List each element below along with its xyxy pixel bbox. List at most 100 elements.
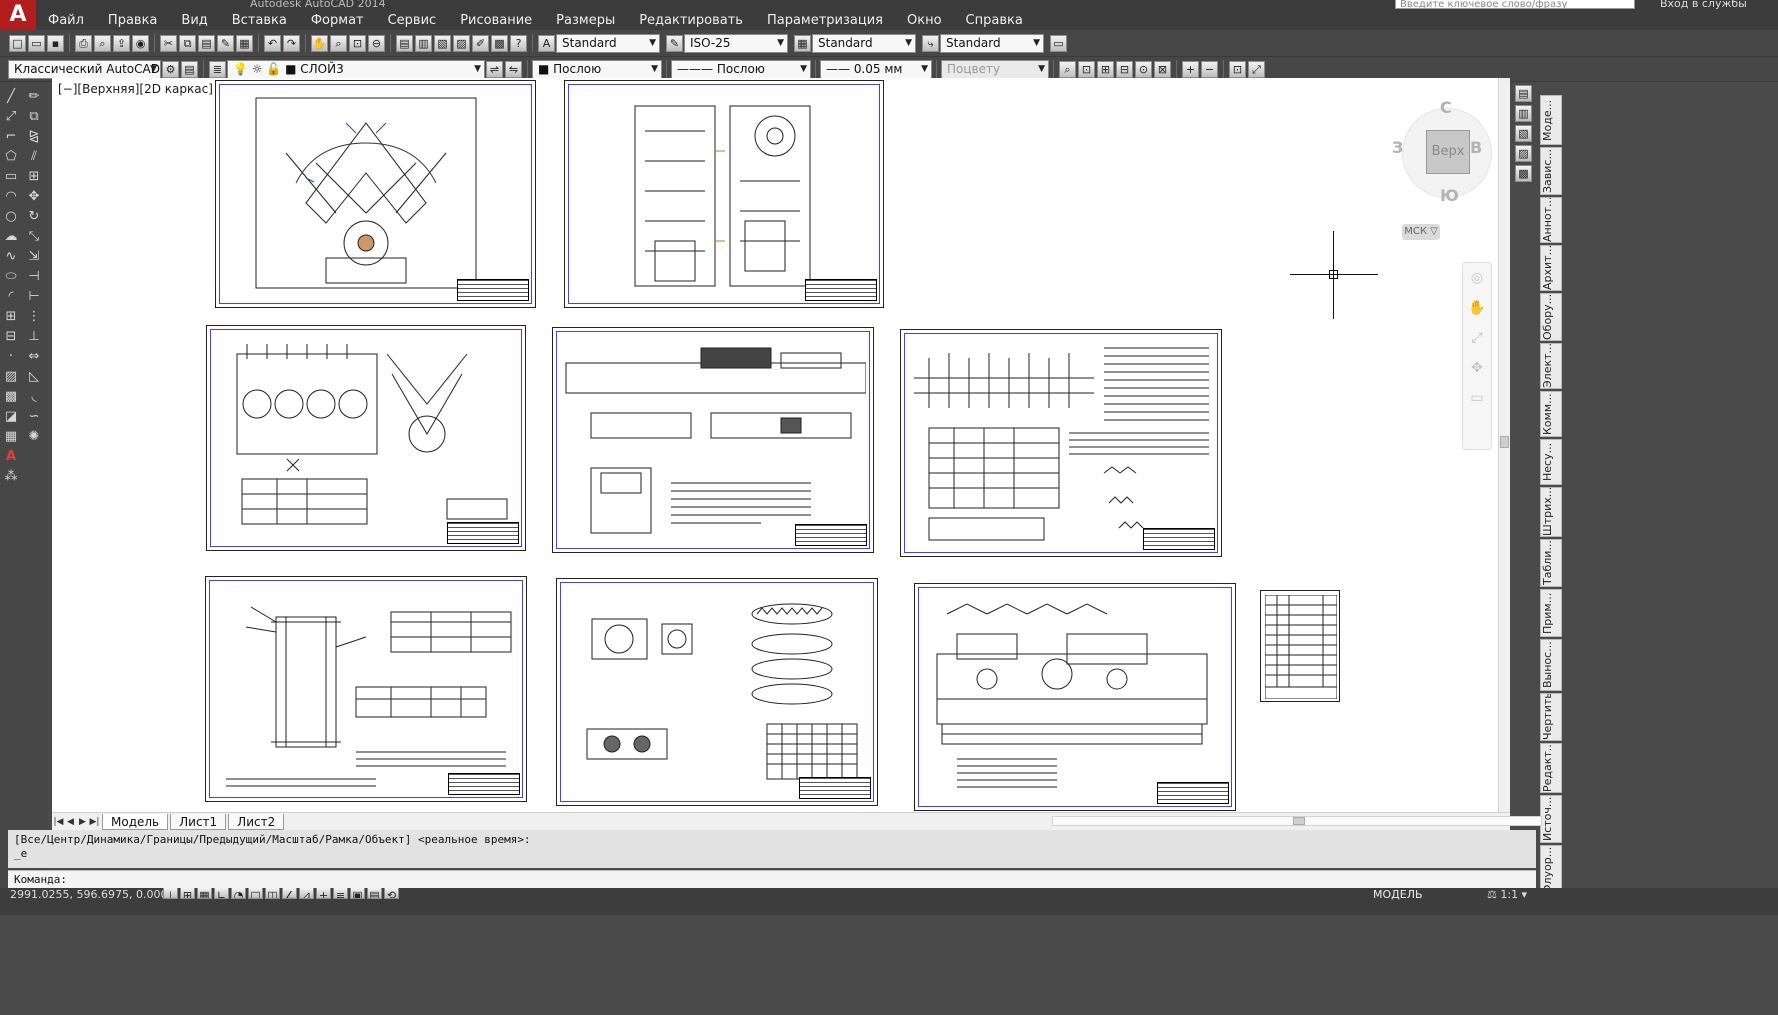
tab-sheet1[interactable]: Лист1 — [170, 813, 227, 830]
layout-icon[interactable]: ▭ — [1050, 34, 1067, 52]
zoom-extents-icon[interactable]: ⤢ — [1463, 323, 1491, 353]
palette-tab[interactable]: Прим... — [1540, 589, 1562, 637]
zoom-extents-icon[interactable]: ⤢ — [1248, 60, 1265, 78]
design-center-icon[interactable]: ▥ — [415, 34, 432, 52]
workspace-icon[interactable]: ▤ — [181, 60, 198, 78]
palette-tab[interactable]: Табли... — [1540, 539, 1562, 587]
markup-icon[interactable]: ✐ — [472, 34, 489, 52]
make-current-layer-icon[interactable]: ⇌ — [486, 60, 503, 78]
zoom-previous-icon[interactable]: ⊖ — [368, 34, 385, 52]
text-style-select[interactable]: Standard ▼ — [556, 33, 660, 53]
menu-item[interactable]: Размеры — [544, 13, 627, 28]
save-icon[interactable]: ▪ — [47, 34, 64, 52]
viewcube-top-face[interactable]: Верх — [1426, 130, 1470, 174]
menu-item[interactable]: Рисование — [448, 13, 544, 28]
ucs-menu[interactable]: МСК ▽ — [1402, 224, 1440, 240]
insert-block-icon[interactable]: ⊞ — [2, 308, 20, 325]
steering-wheel-icon[interactable]: ◎ — [1463, 263, 1491, 293]
drawing-sheet-engine-longitudinal[interactable] — [564, 80, 884, 308]
sheet-set-icon[interactable]: ▨ — [453, 34, 470, 52]
lineweight-icon[interactable]: ≡ — [333, 888, 348, 899]
pan-icon[interactable]: ✋ — [1463, 293, 1491, 323]
dim-style-select[interactable]: ISO-25 ▼ — [684, 33, 788, 53]
gear-icon[interactable]: ⚙ — [162, 60, 179, 78]
properties-icon[interactable]: ▤ — [396, 34, 413, 52]
palette-tab[interactable]: Несу... — [1540, 439, 1562, 485]
palette-tab[interactable]: Завис... — [1540, 147, 1562, 195]
erase-icon[interactable]: ✏ — [25, 88, 43, 105]
fillet-icon[interactable]: ◟ — [25, 388, 43, 405]
menu-item[interactable]: Сервис — [376, 13, 449, 28]
undo-icon[interactable]: ↶ — [264, 34, 281, 52]
join-icon[interactable]: ⇔ — [25, 348, 43, 365]
array-icon[interactable]: ⊞ — [25, 168, 43, 185]
palette-tab[interactable]: Архит... — [1540, 245, 1562, 291]
print-preview-icon[interactable]: ⌕ — [94, 34, 111, 52]
properties-palette-icon[interactable]: ▨ — [1515, 145, 1532, 162]
match-properties-icon[interactable]: ✎ — [217, 34, 234, 52]
drawing-sheet-engine-cross-section[interactable] — [215, 80, 536, 308]
line-icon[interactable]: ╱ — [2, 88, 20, 105]
polyline-icon[interactable]: ⌐ — [2, 128, 20, 145]
palette-tab[interactable]: Моде... — [1540, 95, 1562, 145]
zoom-out-icon[interactable]: − — [1201, 60, 1218, 78]
viewcube-north[interactable]: С — [1440, 98, 1452, 117]
drawing-sheet-cylinder-block[interactable] — [206, 325, 526, 551]
paste-icon[interactable]: ▤ — [198, 34, 215, 52]
viewport-label[interactable]: [−][Верхняя][2D каркас] — [58, 82, 213, 96]
menu-item[interactable]: Вид — [169, 13, 219, 28]
open-icon[interactable]: ▭ — [28, 34, 45, 52]
spline-icon[interactable]: ∿ — [2, 248, 20, 265]
infer-constraints-icon[interactable]: ⊥ — [163, 888, 178, 899]
copy-object-icon[interactable]: ⧉ — [25, 108, 43, 125]
table-style-icon[interactable]: ▦ — [794, 34, 811, 52]
object-snap-icon[interactable]: □ — [248, 888, 263, 899]
trim-icon[interactable]: ⊣ — [25, 268, 43, 285]
viewcube[interactable]: С В З Ю Верх — [1392, 98, 1492, 210]
zoom-dynamic-icon[interactable]: ⊞ — [1097, 60, 1114, 78]
gradient-icon[interactable]: ▩ — [2, 388, 20, 405]
menu-item[interactable]: Редактировать — [627, 13, 755, 28]
new-file-icon[interactable]: □ — [9, 34, 26, 52]
revision-cloud-icon[interactable]: ☁ — [2, 228, 20, 245]
hatch-icon[interactable]: ▨ — [2, 368, 20, 385]
mtext-icon[interactable]: A — [2, 448, 20, 465]
first-tab-icon[interactable]: |◀ — [53, 816, 64, 828]
color-select[interactable]: ■ Послою ▼ — [532, 59, 662, 79]
construction-line-icon[interactable]: ⤢ — [2, 108, 20, 125]
redo-icon[interactable]: ↷ — [283, 34, 300, 52]
horizontal-scrollbar[interactable] — [1052, 816, 1542, 826]
print-icon[interactable]: ⎙ — [75, 34, 92, 52]
model-space-toggle[interactable]: МОДЕЛЬ — [1373, 888, 1423, 901]
zoom-scale-icon[interactable]: ⊟ — [1116, 60, 1133, 78]
showmotion-icon[interactable]: ▭ — [1463, 383, 1491, 413]
zoom-window-icon[interactable]: ⊡ — [1078, 60, 1095, 78]
3d-osnap-icon[interactable]: ◫ — [265, 888, 280, 899]
menu-item[interactable]: Файл — [36, 13, 96, 28]
viewcube-west[interactable]: З — [1392, 138, 1403, 157]
mirror-icon[interactable]: ⧎ — [25, 128, 43, 145]
text-style-icon[interactable]: A — [538, 34, 555, 52]
drawing-sheet-specification[interactable] — [1260, 590, 1340, 702]
application-menu-button[interactable]: A — [0, 0, 36, 30]
selection-cycling-icon[interactable]: ⟲ — [384, 888, 399, 899]
last-tab-icon[interactable]: ▶| — [89, 816, 100, 828]
region-icon[interactable]: ◪ — [2, 408, 20, 425]
workspace-select[interactable]: Классический AutoCAD ▼ — [8, 59, 161, 79]
circle-icon[interactable]: ○ — [2, 208, 20, 225]
tool-palette-icon[interactable]: ▩ — [1515, 165, 1532, 182]
dynamic-input-icon[interactable]: + — [316, 888, 331, 899]
search-input[interactable]: Введите ключевое слово/фразу — [1395, 0, 1635, 9]
ribbon-palette-icon[interactable]: ▤ — [1515, 85, 1532, 102]
publish-icon[interactable]: ⇪ — [113, 34, 130, 52]
zoom-window-icon[interactable]: ⊡ — [349, 34, 366, 52]
rotate-icon[interactable]: ↻ — [25, 208, 43, 225]
grid-display-icon[interactable]: ▦ — [197, 888, 212, 899]
scale-icon[interactable]: ⤡ — [25, 228, 43, 245]
tab-model[interactable]: Модель — [102, 813, 169, 830]
copy-icon[interactable]: ⧉ — [179, 34, 196, 52]
menu-item[interactable]: Формат — [299, 13, 376, 28]
move-icon[interactable]: ✥ — [25, 188, 43, 205]
prev-tab-icon[interactable]: ◀ — [65, 816, 76, 828]
arc-icon[interactable]: ◠ — [2, 188, 20, 205]
